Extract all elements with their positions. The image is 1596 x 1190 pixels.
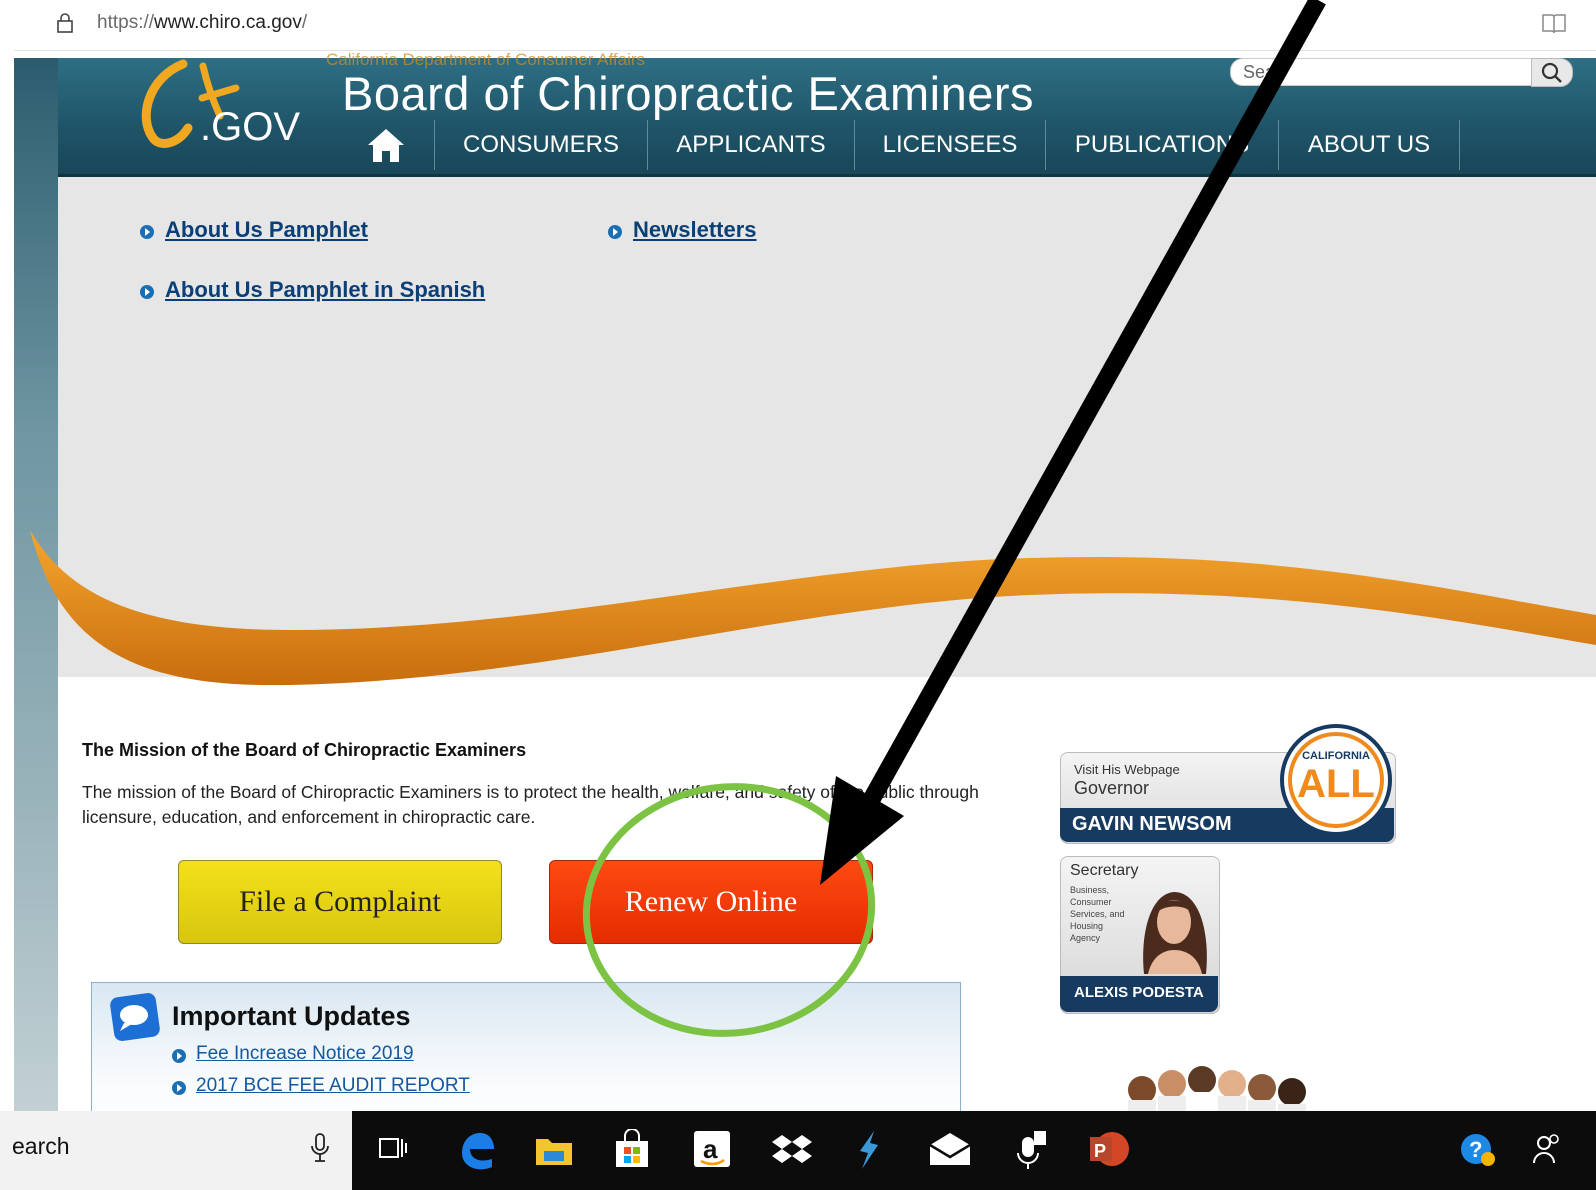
url-text[interactable]: https://www.chiro.ca.gov/ (97, 12, 307, 34)
address-bar[interactable]: https://www.chiro.ca.gov/ (0, 0, 1596, 51)
people-group-image (1128, 1066, 1306, 1112)
taskbar-search-box[interactable]: earch (0, 1111, 352, 1190)
secretary-role: Secretary (1070, 862, 1139, 879)
file-complaint-button[interactable]: File a Complaint (178, 860, 502, 944)
bullet-icon (172, 1049, 186, 1063)
logo-text: .GOV (200, 105, 300, 149)
renew-online-button[interactable]: Renew Online (549, 860, 873, 944)
link-fee-audit-report[interactable]: 2017 BCE FEE AUDIT REPORT (196, 1075, 470, 1097)
reading-view-icon[interactable] (1540, 11, 1568, 37)
url-path: / (301, 12, 308, 33)
link-fee-increase-notice[interactable]: Fee Increase Notice 2019 (196, 1043, 414, 1065)
url-scheme: https:// (97, 12, 155, 33)
nav-about-us[interactable]: ABOUT US (1279, 120, 1460, 170)
help-icon[interactable]: ? (1458, 1129, 1498, 1169)
mission-title: The Mission of the Board of Chiropractic… (82, 740, 527, 760)
link-newsletters[interactable]: Newsletters (633, 217, 757, 243)
home-icon (368, 129, 404, 162)
mission-text: The mission of the Board of Chiropractic… (82, 782, 979, 827)
link-about-us-pamphlet[interactable]: About Us Pamphlet (165, 217, 368, 243)
amazon-icon[interactable]: a (692, 1129, 732, 1169)
site-header: .GOV California Department of Consumer A… (58, 50, 1596, 177)
updates-title: Important Updates (172, 1001, 411, 1031)
dropbox-icon[interactable] (772, 1129, 812, 1169)
svg-text:?: ? (1469, 1137, 1482, 1162)
nav-publications[interactable]: PUBLICATIONS (1046, 120, 1279, 170)
secretary-card[interactable]: Secretary Business, Consumer Services, a… (1060, 856, 1220, 1014)
mail-icon[interactable] (928, 1129, 972, 1169)
main-nav: CONSUMERS APPLICANTS LICENSEES PUBLICATI… (338, 120, 1460, 174)
bullet-icon (172, 1081, 186, 1095)
secretary-agency: Business, Consumer Services, and Housing… (1070, 885, 1125, 943)
governor-card[interactable]: Visit His Webpage Governor GAVIN NEWSOM … (1060, 724, 1396, 844)
people-icon[interactable] (1530, 1129, 1564, 1169)
nav-home[interactable] (338, 120, 435, 170)
page-margin (0, 50, 14, 1130)
task-view-icon[interactable] (378, 1129, 408, 1169)
secretary-photo (1143, 892, 1207, 974)
ca-gov-logo[interactable]: .GOV (108, 58, 328, 168)
file-explorer-icon[interactable] (534, 1129, 574, 1169)
nav-applicants[interactable]: APPLICANTS (648, 120, 855, 170)
banner-swoosh (30, 530, 1596, 686)
powerpoint-icon[interactable]: P (1088, 1129, 1130, 1169)
windows-taskbar: earch a P ? (0, 1111, 1596, 1190)
governor-visit: Visit His Webpage (1074, 762, 1180, 777)
link-about-us-pamphlet-spanish[interactable]: About Us Pamphlet in Spanish (165, 277, 485, 303)
search-input[interactable]: Sear (1230, 58, 1532, 86)
bullet-icon (140, 225, 154, 239)
bullet-icon (608, 225, 622, 239)
bullet-icon (140, 285, 154, 299)
microphone-icon[interactable] (310, 1131, 330, 1165)
svg-text:a: a (703, 1134, 718, 1164)
search-placeholder: Sear (1243, 62, 1282, 82)
site-title: Board of Chiropractic Examiners (342, 67, 1035, 120)
edge-browser-icon[interactable] (456, 1129, 496, 1173)
search-button[interactable] (1531, 58, 1573, 87)
store-icon[interactable] (612, 1129, 652, 1169)
app-bolt-icon[interactable] (854, 1129, 884, 1171)
governor-role: Governor (1074, 778, 1150, 798)
secretary-name: ALEXIS PODESTA (1074, 984, 1204, 1001)
voice-recorder-icon[interactable] (1010, 1129, 1050, 1171)
nav-licensees[interactable]: LICENSEES (855, 120, 1046, 170)
taskbar-search-text: earch (12, 1133, 70, 1159)
chat-bubble-icon (110, 993, 160, 1041)
badge-top-text: CALIFORNIA (1302, 750, 1370, 762)
svg-text:P: P (1094, 1141, 1106, 1161)
nav-consumers[interactable]: CONSUMERS (435, 120, 648, 170)
governor-name: GAVIN NEWSOM (1072, 813, 1232, 835)
url-domain: www.chiro.ca.gov (154, 12, 302, 33)
search-icon (1541, 62, 1562, 83)
badge-bottom-text: ALL (1297, 762, 1375, 806)
lock-icon (57, 13, 73, 33)
california-all-badge: CALIFORNIA ALL (1280, 724, 1392, 836)
